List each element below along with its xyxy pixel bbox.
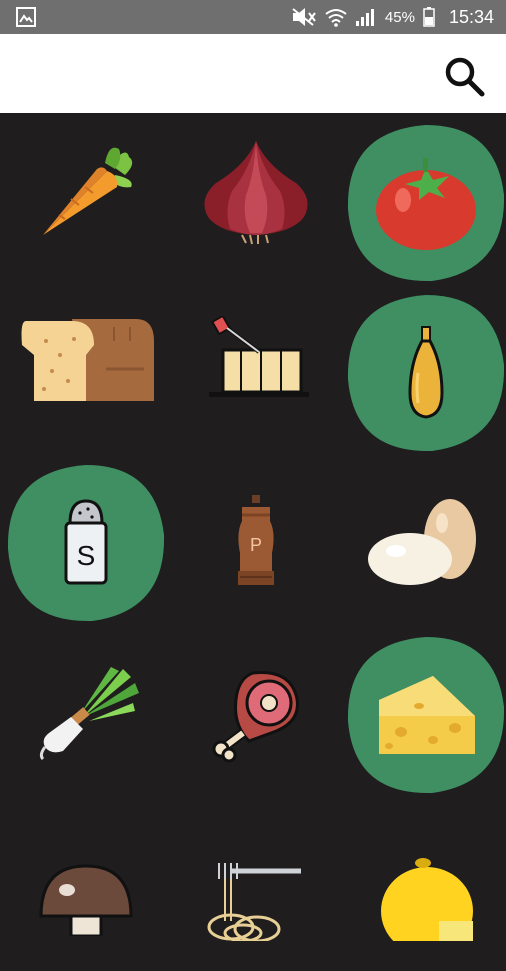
- ingredient-grid: S P: [0, 110, 506, 941]
- bread-icon: [21, 319, 154, 401]
- pepper-letter: P: [250, 535, 262, 555]
- ingredient-eggs[interactable]: [346, 463, 506, 623]
- ingredient-oil[interactable]: [346, 293, 506, 453]
- ham-icon: [212, 671, 299, 763]
- status-bar: 45% 15:34: [0, 0, 506, 34]
- salt-letter: S: [77, 540, 96, 571]
- ingredient-lemon[interactable]: [346, 811, 506, 971]
- leek-icon: [39, 667, 139, 761]
- oil-bottle-icon: [408, 326, 444, 419]
- ingredient-pasta[interactable]: [176, 811, 336, 971]
- wifi-icon: [325, 9, 347, 27]
- pepper-mill-icon: P: [238, 495, 274, 585]
- mute-icon: [292, 8, 316, 26]
- ingredient-ham[interactable]: [176, 633, 336, 793]
- ingredient-leek[interactable]: [6, 633, 166, 793]
- eggs-icon: [368, 499, 476, 585]
- pasta-icon: [207, 863, 301, 941]
- search-button[interactable]: [442, 54, 486, 98]
- cheese-icon: [379, 676, 475, 754]
- mushroom-icon: [39, 864, 133, 936]
- battery-icon: [423, 7, 435, 27]
- clock: 15:34: [448, 6, 494, 27]
- ingredient-pepper[interactable]: P: [176, 463, 336, 623]
- carrot-icon: [43, 147, 133, 235]
- ingredient-cheese[interactable]: [346, 635, 506, 795]
- ingredient-salt[interactable]: S: [6, 463, 166, 623]
- ingredient-bread[interactable]: [6, 281, 166, 441]
- ingredient-carrot[interactable]: [6, 110, 166, 270]
- onion-icon: [204, 141, 308, 245]
- butter-icon: [209, 316, 309, 397]
- ingredient-tomato[interactable]: [346, 123, 506, 283]
- tomato-icon: [376, 158, 476, 250]
- salt-shaker-icon: S: [64, 499, 108, 585]
- image-icon: [16, 7, 36, 27]
- lemon-icon: [381, 858, 473, 941]
- ingredient-butter[interactable]: [176, 281, 336, 441]
- ingredient-onion[interactable]: [176, 110, 336, 270]
- search-icon: [445, 57, 485, 97]
- app-bar: [0, 34, 506, 113]
- signal-icon: [355, 9, 374, 26]
- ingredient-mushroom[interactable]: [6, 811, 166, 971]
- battery-percent: 45%: [384, 8, 415, 26]
